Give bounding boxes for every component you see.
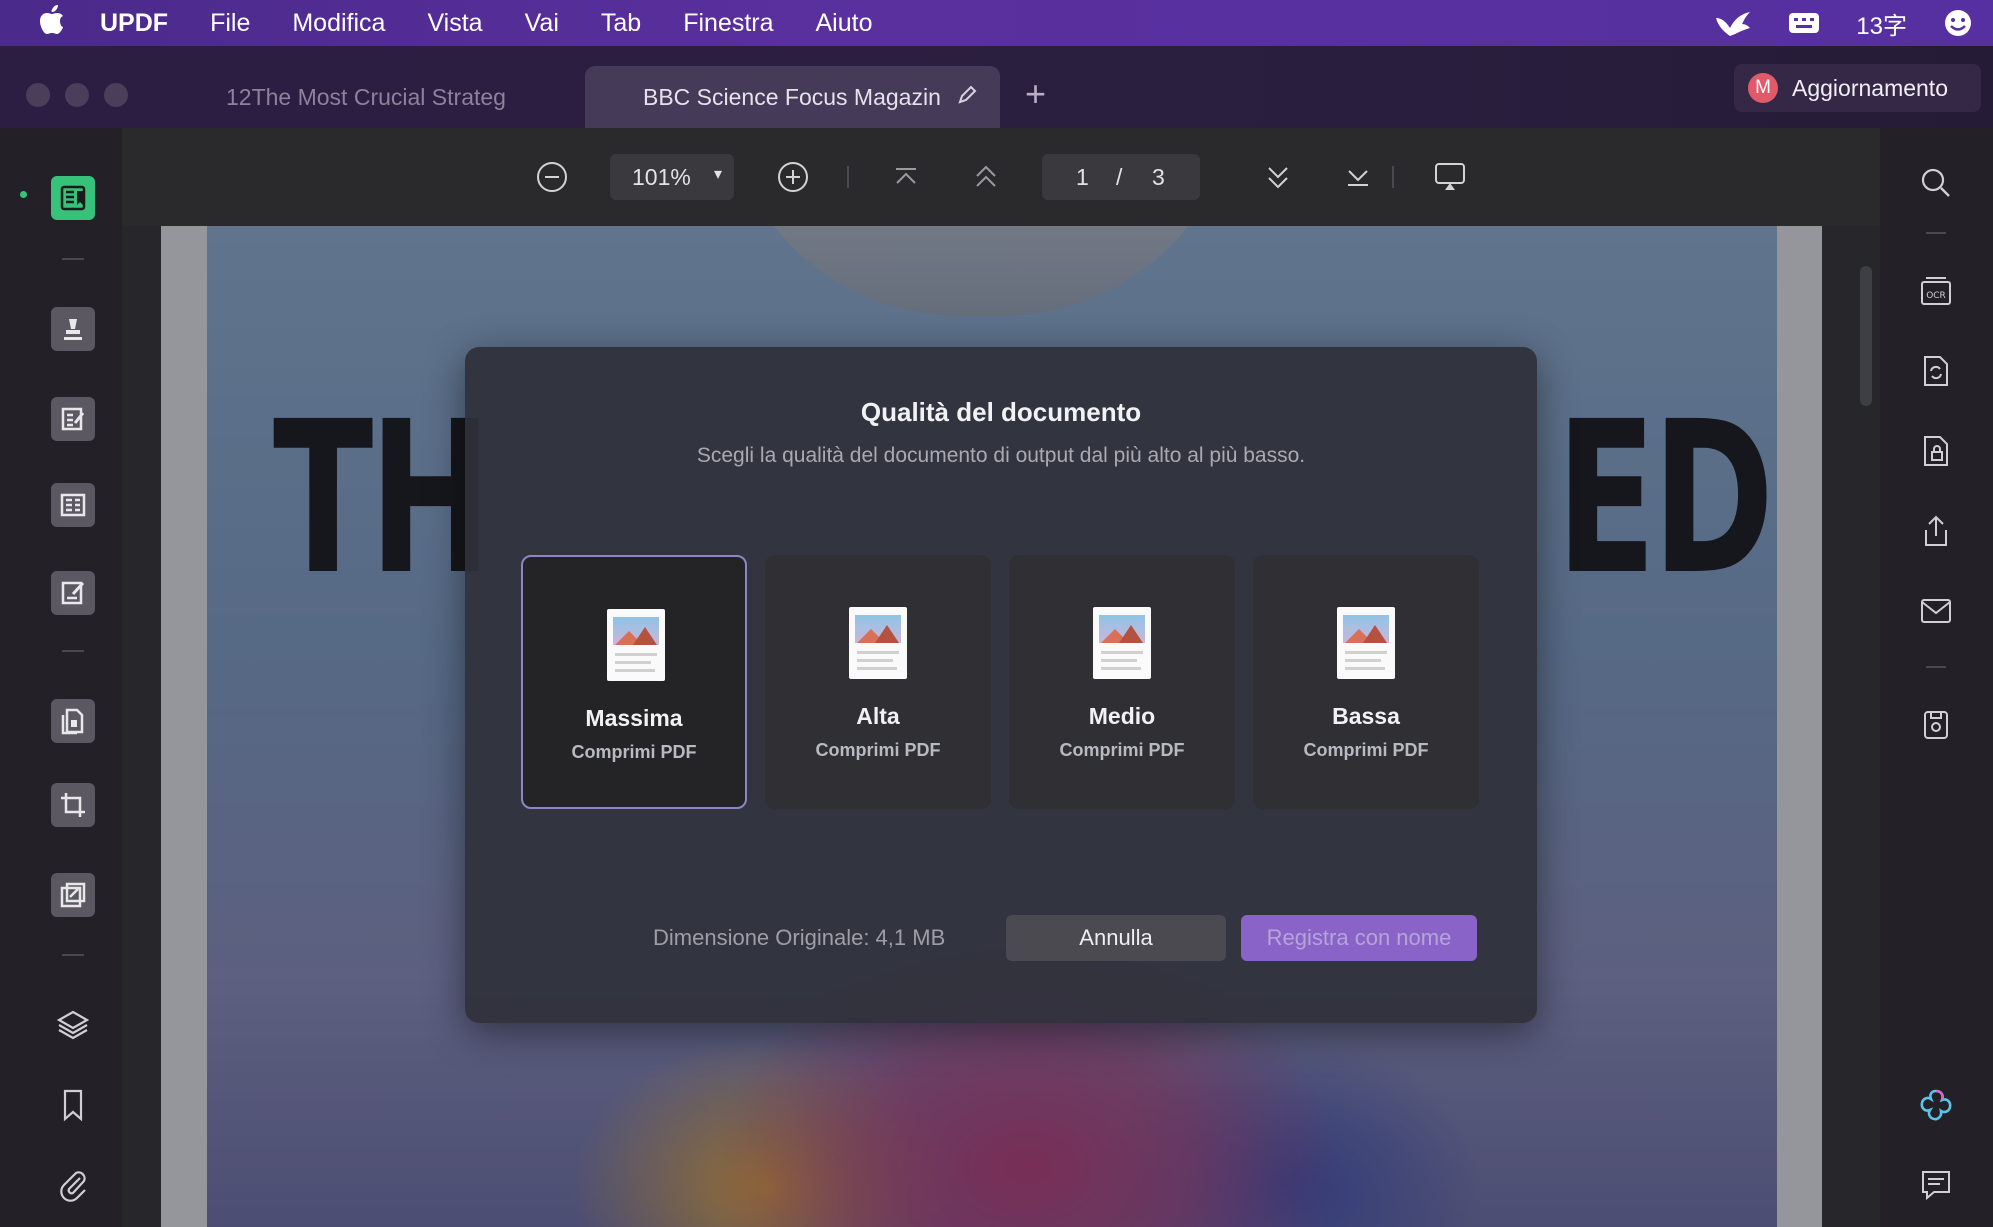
organize-pages-icon[interactable] — [48, 696, 98, 746]
left-tool-sidebar — [0, 128, 122, 1227]
current-page[interactable]: 1 — [1076, 164, 1089, 191]
quality-option-medium[interactable]: Medio Comprimi PDF — [1009, 555, 1235, 809]
ai-assistant-icon[interactable] — [1913, 1082, 1959, 1128]
divider — [1926, 666, 1946, 668]
menu-vista[interactable]: Vista — [427, 9, 482, 38]
active-indicator — [20, 191, 27, 198]
comment-list-icon[interactable] — [1913, 1162, 1959, 1208]
view-toolbar: 101% ▾ 1 / 3 — [122, 128, 1880, 226]
pencil-edit-icon[interactable] — [956, 84, 978, 112]
tab-document-2[interactable]: BBC Science Focus Magazin — [585, 66, 1000, 128]
convert-pdf-icon[interactable] — [1913, 348, 1959, 394]
save-icon[interactable] — [1913, 702, 1959, 748]
first-page-icon[interactable] — [884, 155, 928, 199]
avatar: M — [1748, 73, 1778, 103]
option-name: Massima — [585, 705, 683, 731]
search-icon[interactable] — [1913, 160, 1959, 206]
fill-sign-icon[interactable] — [48, 568, 98, 618]
quality-option-maximum[interactable]: Massima Comprimi PDF — [521, 555, 747, 809]
tab-document-1[interactable]: 12The Most Crucial Strateg — [178, 66, 578, 128]
divider — [62, 954, 84, 956]
app-window: 12The Most Crucial Strateg BBC Science F… — [0, 46, 1993, 1227]
tab-title: BBC Science Focus Magazin — [643, 83, 941, 110]
quality-option-high[interactable]: Alta Comprimi PDF — [765, 555, 991, 809]
layers-icon[interactable] — [48, 1000, 98, 1050]
tab-bar: 12The Most Crucial Strateg BBC Science F… — [0, 46, 1993, 128]
option-name: Medio — [1088, 703, 1156, 729]
form-icon[interactable] — [48, 480, 98, 530]
menu-bar: UPDF File Modifica Vista Vai Tab Finestr… — [0, 0, 1993, 46]
keyboard-status-icon[interactable] — [1788, 10, 1820, 36]
svg-text:OCR: OCR — [1926, 291, 1946, 301]
previous-page-icon[interactable] — [964, 155, 1008, 199]
edit-text-icon[interactable] — [48, 394, 98, 444]
menu-tab[interactable]: Tab — [601, 9, 641, 38]
zoom-window-button[interactable] — [104, 83, 128, 107]
menu-vai[interactable]: Vai — [525, 9, 559, 38]
menu-app-name[interactable]: UPDF — [100, 9, 168, 38]
tab-title: 12The Most Crucial Strateg — [226, 83, 506, 110]
document-image-icon — [1337, 607, 1395, 679]
input-method-status[interactable]: 13字 — [1856, 6, 1907, 41]
zoom-out-icon[interactable] — [530, 155, 574, 199]
option-description: Comprimi PDF — [571, 742, 697, 762]
crop-pages-icon[interactable] — [48, 780, 98, 830]
smiley-status-icon[interactable] — [1943, 8, 1973, 38]
ocr-icon[interactable]: OCR — [1913, 268, 1959, 314]
document-image-icon — [607, 609, 665, 681]
last-page-icon[interactable] — [1336, 155, 1380, 199]
menu-finestra[interactable]: Finestra — [683, 9, 773, 38]
option-name: Alta — [856, 703, 900, 729]
right-tool-sidebar: OCR — [1880, 128, 1993, 1227]
zoom-level-dropdown[interactable]: 101% ▾ — [610, 154, 734, 200]
original-size-label: Dimensione Originale: 4,1 MB — [653, 925, 946, 950]
zoom-in-icon[interactable] — [771, 155, 815, 199]
option-description: Comprimi PDF — [815, 740, 941, 760]
apple-menu-icon[interactable] — [30, 4, 74, 42]
divider — [1926, 232, 1946, 234]
document-image-icon — [1093, 607, 1151, 679]
reader-mode-icon[interactable] — [48, 173, 98, 223]
divider — [62, 650, 84, 652]
update-button[interactable]: M Aggiornamento — [1734, 64, 1981, 112]
menu-aiuto[interactable]: Aiuto — [816, 9, 873, 38]
attachment-icon[interactable] — [48, 1160, 98, 1210]
dialog-subtitle: Scegli la qualità del documento di outpu… — [696, 444, 1306, 467]
divider — [62, 258, 84, 260]
protect-pdf-icon[interactable] — [1913, 428, 1959, 474]
menu-file[interactable]: File — [210, 9, 250, 38]
total-pages: 3 — [1152, 163, 1165, 190]
page-separator: / — [1116, 163, 1123, 190]
slideshow-icon[interactable] — [1428, 155, 1472, 199]
bird-status-icon[interactable] — [1714, 8, 1752, 38]
update-button-label: Aggiornamento — [1792, 74, 1948, 101]
document-image-icon — [849, 607, 907, 679]
divider — [847, 166, 849, 188]
save-as-button[interactable]: Registra con nome — [1241, 915, 1477, 961]
bookmark-icon[interactable] — [48, 1080, 98, 1130]
highlighter-comment-icon[interactable] — [48, 304, 98, 354]
chevron-down-icon: ▾ — [713, 166, 722, 183]
cancel-button[interactable]: Annulla — [1006, 915, 1226, 961]
option-name: Bassa — [1332, 703, 1400, 729]
compress-quality-dialog: Qualità del documento Scegli la qualità … — [465, 347, 1537, 1023]
next-page-icon[interactable] — [1256, 155, 1300, 199]
share-icon[interactable] — [1913, 508, 1959, 554]
minimize-window-button[interactable] — [65, 83, 89, 107]
new-tab-plus-icon[interactable]: + — [1025, 76, 1046, 112]
page-number-field[interactable]: 1 / 3 — [1042, 154, 1200, 200]
zoom-value: 101% — [632, 163, 691, 190]
email-icon[interactable] — [1913, 588, 1959, 634]
close-window-button[interactable] — [26, 83, 50, 107]
option-description: Comprimi PDF — [1303, 740, 1429, 760]
menu-modifica[interactable]: Modifica — [292, 9, 385, 38]
watermark-tools-icon[interactable] — [48, 870, 98, 920]
divider — [1392, 166, 1394, 188]
window-controls — [26, 83, 128, 107]
quality-option-low[interactable]: Bassa Comprimi PDF — [1253, 555, 1479, 809]
dialog-title: Qualità del documento — [860, 397, 1142, 427]
option-description: Comprimi PDF — [1059, 740, 1185, 760]
